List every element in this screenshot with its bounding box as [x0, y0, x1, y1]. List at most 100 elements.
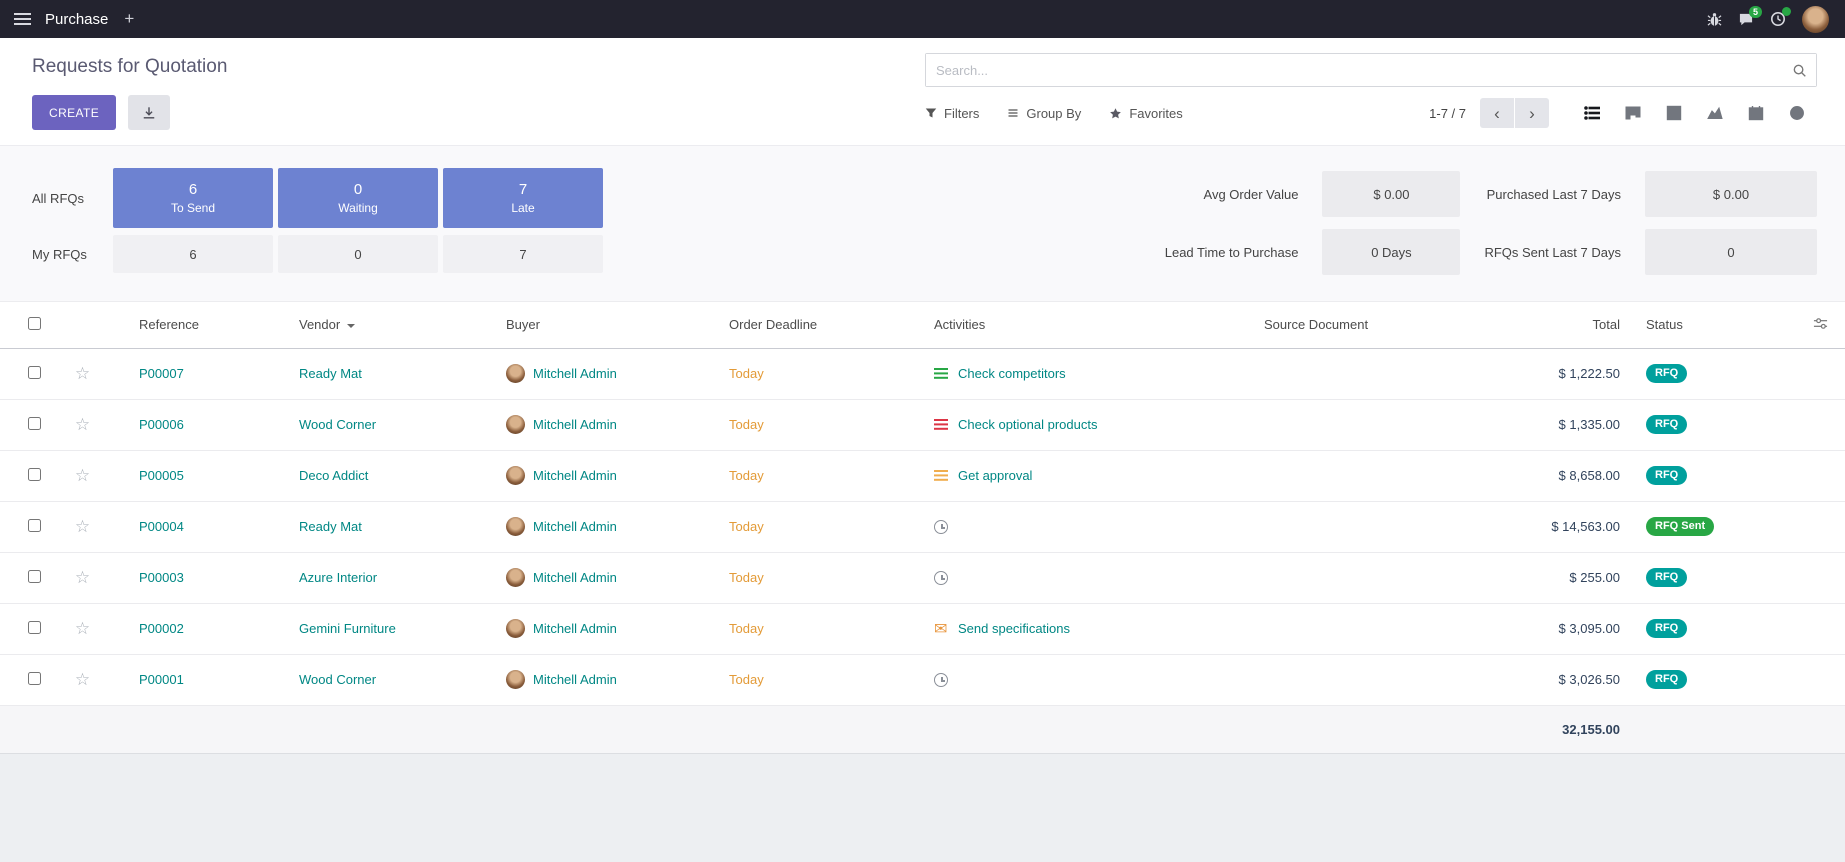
optional-columns-button[interactable] [1795, 302, 1845, 348]
add-icon[interactable]: + [120, 9, 138, 29]
waiting-label: Waiting [338, 201, 378, 215]
my-waiting-card[interactable]: 0 [278, 235, 438, 273]
column-header-status[interactable]: Status [1640, 302, 1795, 348]
buyer-link[interactable]: Mitchell Admin [533, 366, 617, 381]
row-checkbox[interactable] [28, 621, 41, 634]
favorite-star-icon[interactable] [75, 364, 90, 383]
reference-link[interactable]: P00002 [139, 621, 184, 636]
pivot-view-button[interactable] [1653, 98, 1694, 128]
column-header-source-document[interactable]: Source Document [1230, 302, 1520, 348]
vendor-link[interactable]: Deco Addict [299, 468, 368, 483]
graph-view-button[interactable] [1694, 98, 1735, 128]
table-row[interactable]: P00007 Ready Mat Mitchell Admin Today Ch… [0, 348, 1845, 399]
group-by-button[interactable]: Group By [1007, 106, 1081, 121]
activity-label[interactable]: Get approval [958, 468, 1032, 483]
favorites-button[interactable]: Favorites [1109, 106, 1182, 121]
pager-next-button[interactable]: › [1515, 98, 1549, 128]
activity-clock-icon[interactable] [934, 571, 948, 585]
select-all-checkbox[interactable] [28, 317, 41, 330]
buyer-link[interactable]: Mitchell Admin [533, 468, 617, 483]
vendor-link[interactable]: Wood Corner [299, 417, 376, 432]
activity-label[interactable]: Send specifications [958, 621, 1070, 636]
total-amount: $ 1,335.00 [1520, 399, 1640, 450]
column-header-vendor[interactable]: Vendor [265, 302, 472, 348]
reference-link[interactable]: P00003 [139, 570, 184, 585]
search-icon[interactable] [1792, 63, 1807, 81]
app-name[interactable]: Purchase [45, 11, 108, 28]
search-bar [925, 53, 1817, 87]
favorite-star-icon[interactable] [75, 517, 90, 536]
my-late-card[interactable]: 7 [443, 235, 603, 273]
column-header-buyer[interactable]: Buyer [472, 302, 695, 348]
menu-icon[interactable] [14, 13, 31, 25]
row-checkbox[interactable] [28, 417, 41, 430]
activity-clock-icon[interactable] [934, 673, 948, 687]
create-button[interactable]: CREATE [32, 95, 116, 130]
table-row[interactable]: P00004 Ready Mat Mitchell Admin Today $ … [0, 501, 1845, 552]
waiting-card[interactable]: 0 Waiting [278, 168, 438, 228]
row-checkbox[interactable] [28, 468, 41, 481]
avg-order-value-label: Avg Order Value [1165, 187, 1299, 202]
debug-bug-icon[interactable] [1707, 12, 1722, 27]
user-avatar[interactable] [1802, 6, 1829, 33]
buyer-link[interactable]: Mitchell Admin [533, 519, 617, 534]
messages-icon[interactable]: 5 [1738, 12, 1754, 27]
avg-order-value: $ 0.00 [1322, 171, 1460, 217]
to-send-card[interactable]: 6 To Send [113, 168, 273, 228]
activity-label[interactable]: Check optional products [958, 417, 1097, 432]
buyer-avatar [506, 670, 525, 689]
vendor-link[interactable]: Azure Interior [299, 570, 377, 585]
favorite-star-icon[interactable] [75, 619, 90, 638]
download-icon [142, 106, 156, 120]
table-row[interactable]: P00006 Wood Corner Mitchell Admin Today … [0, 399, 1845, 450]
table-row[interactable]: P00002 Gemini Furniture Mitchell Admin T… [0, 603, 1845, 654]
status-badge: RFQ Sent [1646, 517, 1714, 536]
table-row[interactable]: P00003 Azure Interior Mitchell Admin Tod… [0, 552, 1845, 603]
vendor-link[interactable]: Ready Mat [299, 366, 362, 381]
table-row[interactable]: P00005 Deco Addict Mitchell Admin Today … [0, 450, 1845, 501]
export-button[interactable] [128, 95, 170, 130]
favorite-star-icon[interactable] [75, 568, 90, 587]
late-card[interactable]: 7 Late [443, 168, 603, 228]
column-header-total[interactable]: Total [1520, 302, 1640, 348]
reference-link[interactable]: P00005 [139, 468, 184, 483]
table-row[interactable]: P00001 Wood Corner Mitchell Admin Today … [0, 654, 1845, 705]
activity-icon[interactable] [934, 367, 949, 380]
search-input[interactable] [926, 54, 1816, 86]
my-to-send-card[interactable]: 6 [113, 235, 273, 273]
column-header-order-deadline[interactable]: Order Deadline [695, 302, 900, 348]
all-rfqs-label: All RFQs [32, 191, 108, 206]
reference-link[interactable]: P00001 [139, 672, 184, 687]
activity-view-button[interactable] [1776, 98, 1817, 128]
activity-clock-icon[interactable] [934, 520, 948, 534]
row-checkbox[interactable] [28, 519, 41, 532]
list-view-button[interactable] [1571, 98, 1612, 128]
activity-icon[interactable] [934, 469, 949, 482]
buyer-link[interactable]: Mitchell Admin [533, 672, 617, 687]
favorite-star-icon[interactable] [75, 415, 90, 434]
column-header-activities[interactable]: Activities [900, 302, 1230, 348]
reference-link[interactable]: P00006 [139, 417, 184, 432]
buyer-link[interactable]: Mitchell Admin [533, 417, 617, 432]
reference-link[interactable]: P00004 [139, 519, 184, 534]
vendor-link[interactable]: Gemini Furniture [299, 621, 396, 636]
calendar-view-button[interactable] [1735, 98, 1776, 128]
reference-link[interactable]: P00007 [139, 366, 184, 381]
row-checkbox[interactable] [28, 672, 41, 685]
favorite-star-icon[interactable] [75, 670, 90, 689]
filters-button[interactable]: Filters [925, 106, 979, 121]
activity-icon[interactable] [934, 418, 949, 431]
row-checkbox[interactable] [28, 366, 41, 379]
vendor-link[interactable]: Ready Mat [299, 519, 362, 534]
activity-mail-icon[interactable] [934, 622, 949, 635]
row-checkbox[interactable] [28, 570, 41, 583]
activity-label[interactable]: Check competitors [958, 366, 1066, 381]
column-header-reference[interactable]: Reference [105, 302, 265, 348]
buyer-link[interactable]: Mitchell Admin [533, 570, 617, 585]
pager-previous-button[interactable]: ‹ [1480, 98, 1514, 128]
kanban-view-button[interactable] [1612, 98, 1653, 128]
vendor-link[interactable]: Wood Corner [299, 672, 376, 687]
buyer-link[interactable]: Mitchell Admin [533, 621, 617, 636]
activities-clock-icon[interactable] [1770, 11, 1786, 27]
favorite-star-icon[interactable] [75, 466, 90, 485]
